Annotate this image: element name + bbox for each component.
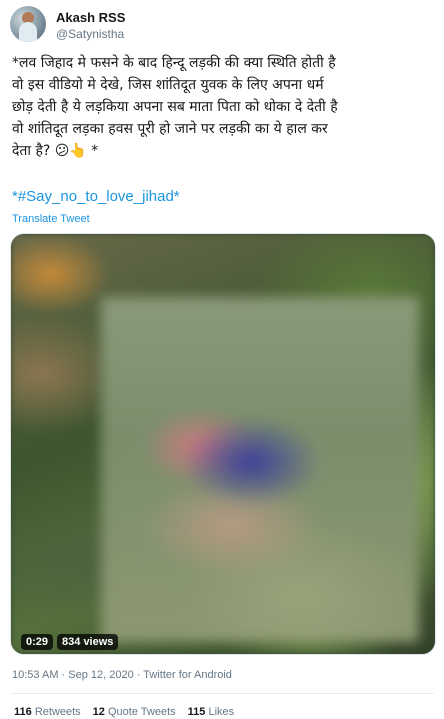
author-handle[interactable]: @Satynistha — [56, 27, 124, 41]
divider — [10, 693, 434, 694]
likes-stat[interactable]: 115 Likes — [188, 706, 235, 718]
avatar-body — [19, 22, 37, 42]
likes-label: Likes — [208, 706, 235, 718]
hashtag-line: *#Say_no_to_love_jihad* — [12, 188, 180, 205]
tweet-stats: 116 Retweets 12 Quote Tweets 115 Likes — [14, 706, 234, 718]
video-player[interactable]: 0:29 834 views — [10, 233, 436, 655]
quote-tweets-stat[interactable]: 12 Quote Tweets — [93, 706, 176, 718]
video-badges: 0:29 834 views — [21, 634, 119, 650]
quote-tweets-count: 12 — [92, 706, 105, 718]
likes-count: 115 — [187, 706, 206, 718]
author-name[interactable]: Akash RSS — [56, 10, 125, 25]
video-views-badge: 834 views — [57, 634, 119, 650]
video-duration-badge: 0:29 — [21, 634, 54, 650]
avatar[interactable] — [10, 6, 46, 42]
blurred-video-area — [101, 297, 419, 642]
quote-tweets-label: Quote Tweets — [107, 706, 176, 718]
retweets-label: Retweets — [34, 706, 81, 718]
retweets-stat[interactable]: 116 Retweets — [14, 706, 81, 718]
tweet-header: Akash RSS @Satynistha — [10, 6, 430, 42]
translate-tweet-link[interactable]: Translate Tweet — [12, 213, 90, 225]
hashtag-link[interactable]: *#Say_no_to_love_jihad* — [12, 188, 180, 205]
tweet-text: *लव जिहाद मे फसने के बाद हिन्दू लड़की की… — [12, 55, 338, 159]
retweets-count: 116 — [14, 706, 32, 718]
tweet-timestamp[interactable]: 10:53 AM · Sep 12, 2020 · Twitter for An… — [12, 669, 232, 681]
